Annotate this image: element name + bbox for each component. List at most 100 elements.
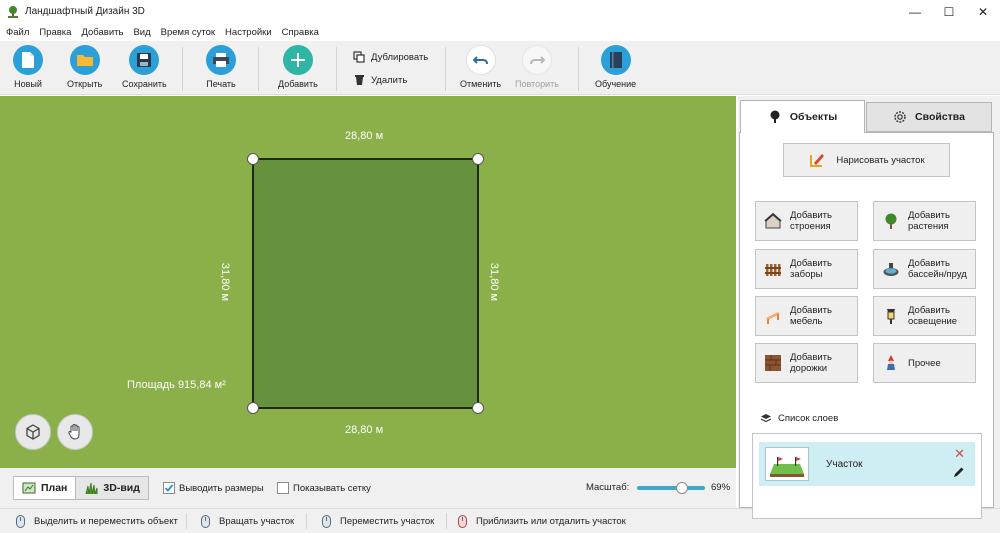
- zoom-slider-thumb[interactable]: [675, 482, 688, 494]
- zoom-slider[interactable]: [637, 482, 705, 494]
- design-canvas[interactable]: 28,80 м 28,80 м 31,80 м 31,80 м Площадь …: [0, 96, 736, 468]
- pan-hand-button[interactable]: [57, 414, 93, 450]
- menu-settings[interactable]: Настройки: [225, 27, 272, 38]
- add-plants-button[interactable]: Добавить растения: [873, 201, 976, 241]
- mouse-wheel-icon: [458, 515, 467, 528]
- layers-title: Список слоев: [760, 413, 838, 424]
- app-logo-icon: [6, 5, 20, 19]
- redo-button[interactable]: Повторить: [515, 45, 559, 89]
- minimize-button[interactable]: —: [898, 0, 932, 23]
- add-buildings-button[interactable]: Добавить строения: [755, 201, 858, 241]
- redo-icon: [521, 45, 552, 75]
- show-grid-checkbox[interactable]: Показывать сетку: [277, 482, 371, 494]
- objects-panel: Нарисовать участок Добавить строения Доба…: [739, 132, 994, 519]
- view-bar: План 3D-вид Выводить размеры Показывать …: [0, 468, 736, 508]
- title-bar: Ландшафтный Дизайн 3D — ☐ ✕: [0, 0, 1000, 23]
- corner-handle[interactable]: [247, 153, 259, 165]
- status-hint-move: Переместить участок: [322, 515, 434, 528]
- toolbar-separator: [182, 47, 183, 91]
- grass-3d-icon: [85, 482, 98, 495]
- hand-icon: [68, 423, 80, 440]
- status-separator: [306, 513, 307, 529]
- cube-rotate-icon: [26, 424, 40, 440]
- new-file-icon: [13, 45, 43, 75]
- zoom-value: 69%: [711, 482, 731, 493]
- add-furniture-button[interactable]: Добавить мебель: [755, 296, 858, 336]
- add-fences-button[interactable]: Добавить заборы: [755, 249, 858, 289]
- garden-gnome-icon: [882, 354, 900, 372]
- toolbar-separator: [578, 47, 579, 91]
- ruler-pencil-icon: [808, 151, 826, 169]
- save-button[interactable]: Сохранить: [122, 45, 167, 89]
- menu-edit[interactable]: Правка: [39, 27, 71, 38]
- close-button[interactable]: ✕: [966, 0, 1000, 23]
- zoom-label: Масштаб:: [586, 482, 630, 493]
- draw-plot-button[interactable]: Нарисовать участок: [783, 143, 950, 177]
- status-hint-rotate: Вращать участок: [201, 515, 294, 528]
- rotate-view-button[interactable]: [15, 414, 51, 450]
- new-button[interactable]: Новый: [13, 45, 43, 89]
- tab-properties[interactable]: Свойства: [866, 102, 992, 132]
- plot-bottom-dimension: 28,80 м: [345, 424, 384, 436]
- panel-tabs: Объекты Свойства: [738, 100, 994, 133]
- gear-icon: [893, 110, 907, 124]
- print-button[interactable]: Печать: [206, 45, 236, 89]
- duplicate-button[interactable]: Дублировать: [353, 51, 428, 63]
- add-paths-button[interactable]: Добавить дорожки: [755, 343, 858, 383]
- undo-icon: [465, 45, 496, 75]
- undo-button[interactable]: Отменить: [460, 45, 501, 89]
- tab-objects[interactable]: Объекты: [740, 100, 865, 133]
- menu-view[interactable]: Вид: [133, 27, 150, 38]
- plot-shape[interactable]: [252, 158, 479, 409]
- layer-remove-button[interactable]: ✕: [954, 446, 965, 462]
- add-pool-button[interactable]: Добавить бассейн/пруд: [873, 249, 976, 289]
- corner-handle[interactable]: [472, 153, 484, 165]
- window-title: Ландшафтный Дизайн 3D: [25, 6, 145, 17]
- checkbox-box: [277, 482, 289, 494]
- maximize-button[interactable]: ☐: [932, 0, 966, 23]
- printer-icon: [206, 45, 236, 75]
- menu-file[interactable]: Файл: [6, 27, 29, 38]
- layer-item[interactable]: Участок ✕: [759, 442, 975, 486]
- add-button[interactable]: Добавить: [278, 45, 318, 89]
- tutorial-button[interactable]: Обучение: [595, 45, 636, 89]
- menu-help[interactable]: Справка: [282, 27, 319, 38]
- toolbar-separator: [258, 47, 259, 91]
- plot-left-dimension: 31,80 м: [219, 262, 232, 302]
- menu-add[interactable]: Добавить: [81, 27, 123, 38]
- status-hint-select: Выделить и переместить объект: [16, 515, 178, 528]
- layers-icon: [760, 414, 772, 423]
- status-separator: [446, 513, 447, 529]
- checkbox-box: [163, 482, 175, 494]
- toolbar-separator: [336, 47, 337, 91]
- pool-icon: [882, 260, 900, 278]
- plus-icon: [282, 45, 313, 75]
- right-panel: Объекты Свойства Нарисовать участок Доба…: [738, 96, 1000, 519]
- add-lighting-button[interactable]: Добавить освещение: [873, 296, 976, 336]
- delete-button[interactable]: Удалить: [353, 74, 407, 86]
- toolbar-separator: [445, 47, 446, 91]
- corner-handle[interactable]: [247, 402, 259, 414]
- status-hint-zoom: Приблизить или отдалить участок: [458, 515, 626, 528]
- show-dimensions-checkbox[interactable]: Выводить размеры: [163, 482, 264, 494]
- 3d-view-button[interactable]: 3D-вид: [75, 477, 148, 499]
- lantern-icon: [882, 307, 900, 325]
- plan-view-button[interactable]: План: [14, 477, 76, 499]
- plot-top-dimension: 28,80 м: [345, 130, 384, 142]
- plot-right-dimension: 31,80 м: [488, 262, 501, 302]
- menu-bar: Файл Правка Добавить Вид Время суток Нас…: [0, 23, 1000, 41]
- pencil-edit-icon[interactable]: [953, 466, 965, 478]
- tree-plant-icon: [882, 212, 900, 230]
- menu-time-of-day[interactable]: Время суток: [161, 27, 215, 38]
- other-objects-button[interactable]: Прочее: [873, 343, 976, 383]
- open-button[interactable]: Открыть: [67, 45, 102, 89]
- layer-name: Участок: [826, 458, 863, 470]
- paving-tiles-icon: [764, 354, 782, 372]
- corner-handle[interactable]: [472, 402, 484, 414]
- fence-icon: [764, 260, 782, 278]
- tree-icon: [768, 110, 782, 124]
- mouse-left-icon: [16, 515, 25, 528]
- trash-icon: [353, 74, 365, 86]
- floppy-disk-icon: [129, 45, 160, 75]
- plot-area-label: Площадь 915,84 м²: [127, 379, 226, 391]
